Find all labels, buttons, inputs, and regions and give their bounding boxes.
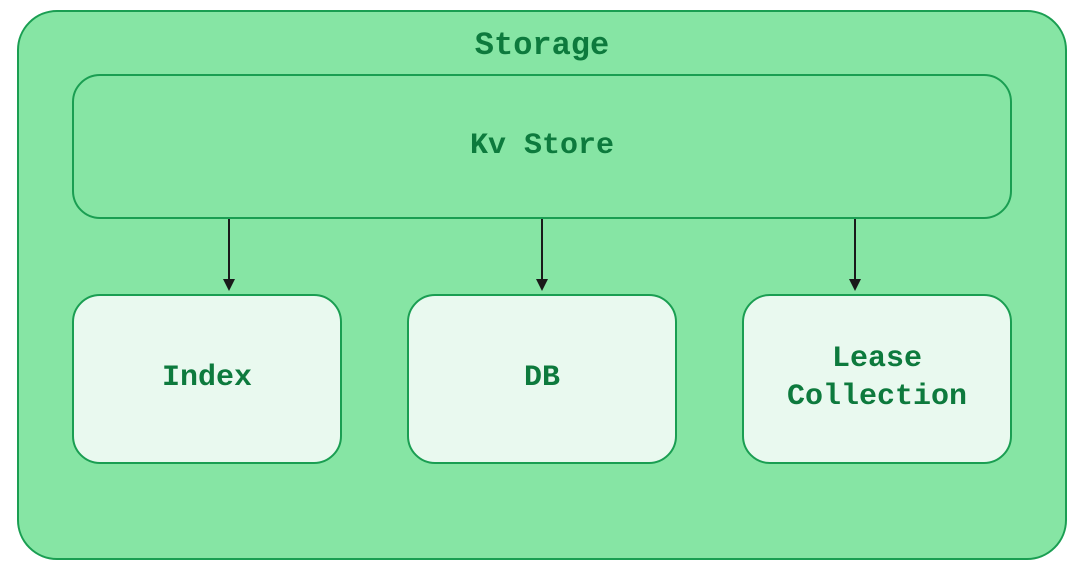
- kv-store-label: Kv Store: [470, 129, 614, 163]
- kv-store-box: Kv Store: [72, 74, 1012, 219]
- index-box: Index: [72, 294, 342, 464]
- arrow-to-lease-collection: [720, 219, 990, 294]
- arrows-row: [72, 219, 1012, 294]
- db-label: DB: [524, 360, 560, 398]
- arrow-down-icon: [532, 219, 552, 294]
- storage-title: Storage: [44, 27, 1040, 64]
- arrow-down-icon: [845, 219, 865, 294]
- lease-collection-label: Lease Collection: [754, 341, 1000, 416]
- storage-container: Storage Kv Store Index DB: [17, 10, 1067, 560]
- index-label: Index: [162, 360, 252, 398]
- lease-collection-box: Lease Collection: [742, 294, 1012, 464]
- arrow-to-db: [407, 219, 677, 294]
- arrow-to-index: [94, 219, 364, 294]
- db-box: DB: [407, 294, 677, 464]
- children-row: Index DB Lease Collection: [72, 294, 1012, 464]
- arrow-down-icon: [219, 219, 239, 294]
